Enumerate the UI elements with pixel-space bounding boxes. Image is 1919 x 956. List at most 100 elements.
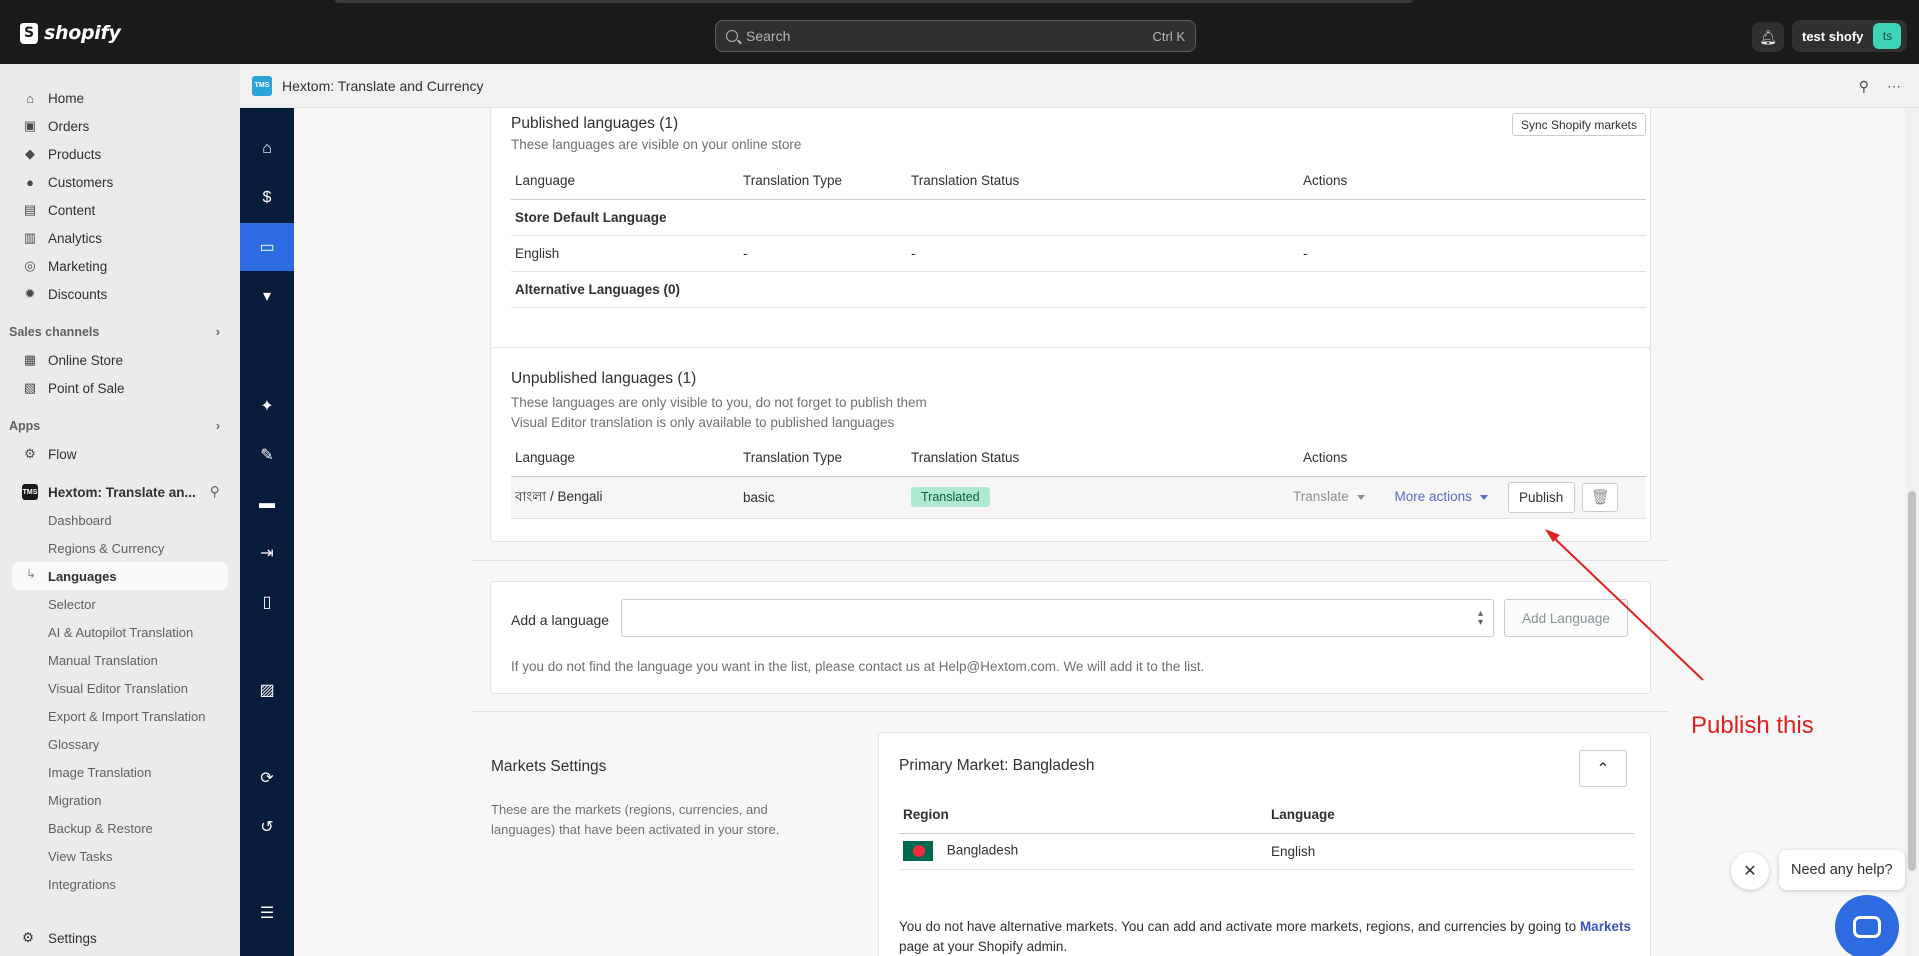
nav-label: Marketing — [48, 258, 108, 274]
nav-label: Home — [48, 90, 85, 106]
nav-customers[interactable]: ● Customers — [0, 168, 240, 196]
nav-home[interactable]: ⌂ Home — [0, 84, 240, 112]
col-translation-type: Translation Type — [739, 440, 907, 477]
apps-header[interactable]: Apps › — [0, 412, 240, 440]
nav-hextom-app[interactable]: TMS Hextom: Translate an... ⚲ — [0, 478, 240, 506]
search-input[interactable]: Search Ctrl K — [715, 20, 1196, 52]
sign-in-icon[interactable]: ⇥ — [240, 529, 294, 577]
scrollbar[interactable] — [1905, 108, 1919, 956]
nav-marketing[interactable]: ◎ Marketing — [0, 252, 240, 280]
shopify-logo[interactable]: shopify — [20, 22, 121, 44]
sync-icon[interactable]: ⟳ — [240, 754, 294, 802]
sub-image-translation[interactable]: Image Translation — [0, 758, 240, 786]
inbox-icon[interactable]: ▬ — [240, 480, 294, 528]
cell-type: basic — [739, 476, 907, 519]
nav-flow[interactable]: ⚙ Flow — [0, 440, 240, 468]
table-row: English - - - — [511, 235, 1646, 272]
nav-discounts[interactable]: ✹ Discounts — [0, 280, 240, 308]
nav-label: Content — [48, 202, 96, 218]
markets-table: Region Language Bangladesh English — [899, 797, 1634, 870]
markets-description: These are the markets (regions, currenci… — [491, 802, 780, 837]
history-icon[interactable]: ↺ — [240, 803, 294, 851]
sub-backup-restore[interactable]: Backup & Restore — [0, 814, 240, 842]
sub-manual-translation[interactable]: Manual Translation — [0, 646, 240, 674]
group-row: Store Default Language — [511, 199, 1646, 236]
list-icon[interactable]: ☰ — [240, 889, 294, 937]
sub-regions-currency[interactable]: Regions & Currency — [0, 534, 240, 562]
chat-close-button[interactable]: ✕ — [1731, 852, 1769, 890]
language-select[interactable]: ▴ ▾ — [621, 599, 1494, 637]
published-subtitle: These languages are visible on your onli… — [511, 137, 802, 152]
markets-note-suffix: page at your Shopify admin. — [899, 939, 1068, 954]
translate-dropdown[interactable]: Translate — [1293, 489, 1365, 504]
sub-selector[interactable]: Selector — [0, 590, 240, 618]
col-language: Language — [511, 163, 739, 200]
bangladesh-flag-icon — [903, 841, 933, 861]
sub-migration[interactable]: Migration — [0, 786, 240, 814]
dollar-icon[interactable]: $ — [240, 174, 294, 222]
markets-link[interactable]: Markets — [1580, 919, 1631, 934]
app-header-actions: ⚲ ⋯ — [1859, 78, 1901, 95]
sub-languages[interactable]: Languages — [12, 562, 228, 590]
user-menu-button[interactable]: test shofy ts — [1792, 20, 1908, 52]
sub-export-import[interactable]: Export & Import Translation — [0, 702, 240, 730]
chat-bubble[interactable]: Need any help? — [1779, 850, 1905, 890]
pin-icon[interactable]: ⚲ — [210, 484, 220, 500]
translate-icon[interactable]: ▭ — [240, 223, 294, 271]
sub-visual-editor[interactable]: Visual Editor Translation — [0, 674, 240, 702]
col-actions: Actions — [1299, 163, 1646, 200]
sub-ai-autopilot[interactable]: AI & Autopilot Translation — [0, 618, 240, 646]
lightbulb-icon[interactable]: ✦ — [240, 382, 294, 430]
notifications-button[interactable]: 🔔︎ — [1752, 22, 1784, 52]
file-icon[interactable]: ▯ — [240, 578, 294, 626]
cell-actions: Translate More actions Publish 🗑︎ — [1293, 476, 1646, 519]
target-icon: ◎ — [24, 258, 36, 273]
nav-point-of-sale[interactable]: ▧ Point of Sale — [0, 374, 240, 402]
nav-label: Online Store — [48, 352, 124, 368]
cell-language: English — [511, 235, 739, 272]
sub-glossary[interactable]: Glossary — [0, 730, 240, 758]
add-language-label: Add a language — [511, 612, 610, 628]
collapse-button[interactable]: ⌃ — [1579, 750, 1627, 787]
add-language-button[interactable]: Add Language — [1504, 599, 1628, 637]
edit-icon[interactable]: ✎ — [240, 431, 294, 479]
col-translation-type: Translation Type — [739, 163, 907, 200]
more-options-icon[interactable]: ⋯ — [1887, 78, 1901, 95]
top-bar: shopify Search Ctrl K 🔔︎ test shofy ts — [0, 0, 1919, 64]
close-icon: ✕ — [1743, 863, 1757, 880]
scrollbar-thumb[interactable] — [1908, 491, 1916, 871]
nav-content[interactable]: ▤ Content — [0, 196, 240, 224]
select-arrows-icon: ▴ ▾ — [1477, 608, 1483, 628]
app-rail: ⌂ $ ▭ ▾ ✦ ✎ ▬ ⇥ ▯ ▨ ⟳ ↺ ☰ — [240, 108, 294, 956]
image-icon[interactable]: ▨ — [240, 666, 294, 714]
sub-integrations[interactable]: Integrations — [0, 870, 240, 898]
publish-button[interactable]: Publish — [1507, 481, 1575, 513]
unpublished-languages-card: Unpublished languages (1) These language… — [490, 347, 1651, 542]
cell-region: Bangladesh — [899, 833, 1267, 870]
sub-dashboard[interactable]: Dashboard — [0, 506, 240, 534]
pos-icon: ▧ — [23, 380, 37, 395]
sub-view-tasks[interactable]: View Tasks — [0, 842, 240, 870]
pin-icon[interactable]: ⚲ — [1859, 78, 1869, 95]
sales-channels-header[interactable]: Sales channels › — [0, 318, 240, 346]
chevron-down-icon — [1479, 494, 1488, 500]
nav-settings[interactable]: ⚙ Settings — [0, 920, 240, 956]
nav-online-store[interactable]: ▦ Online Store — [0, 346, 240, 374]
sync-shopify-markets-button[interactable]: Sync Shopify markets — [1512, 113, 1646, 136]
delete-button[interactable]: 🗑︎ — [1582, 482, 1619, 512]
shopify-bag-icon — [20, 22, 38, 44]
primary-market-card: Primary Market: Bangladesh ⌃ Region Lang… — [878, 732, 1651, 956]
col-language: Language — [1267, 797, 1634, 834]
chevron-right-icon: › — [215, 325, 220, 339]
cell-language: বাংলা / Bengali — [511, 476, 739, 519]
chat-launcher-button[interactable] — [1835, 895, 1899, 956]
nav-label: Orders — [48, 118, 90, 134]
nav-analytics[interactable]: ▥ Analytics — [0, 224, 240, 252]
home-icon[interactable]: ⌂ — [240, 125, 294, 173]
tag-icon: ◆ — [25, 146, 35, 161]
more-actions-dropdown[interactable]: More actions — [1395, 489, 1488, 504]
nav-products[interactable]: ◆ Products — [0, 140, 240, 168]
gear-icon: ⚙ — [22, 930, 35, 945]
dropdown-box-icon[interactable]: ▾ — [240, 272, 294, 320]
nav-orders[interactable]: ▣ Orders — [0, 112, 240, 140]
